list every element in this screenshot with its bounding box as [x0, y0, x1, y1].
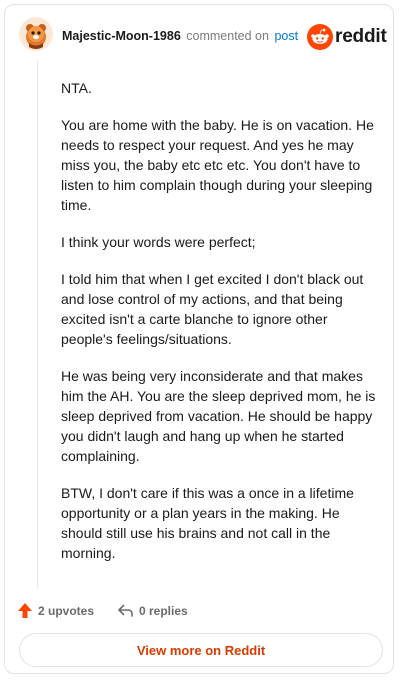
post-link[interactable]: post — [274, 29, 298, 43]
upvote-count: 2 upvotes — [38, 604, 95, 618]
upvote-arrow-icon — [18, 603, 32, 618]
upvote-button[interactable]: 2 upvotes — [17, 601, 107, 621]
commented-on-text: commented on — [186, 29, 269, 43]
comment-header: Majestic-Moon-1986 commented on post red… — [19, 17, 387, 57]
comment-meta: Majestic-Moon-1986 commented on post — [62, 29, 298, 43]
view-more-on-reddit-button[interactable]: View more on Reddit — [19, 633, 383, 667]
comment-paragraph: You are home with the baby. He is on vac… — [61, 117, 374, 213]
reddit-logo[interactable]: reddit — [307, 24, 387, 50]
comment-paragraph: He was being very inconsiderate and that… — [61, 368, 376, 464]
comment-paragraph: I told him that when I get excited I don… — [61, 271, 364, 347]
thread-line — [37, 61, 38, 588]
user-avatar[interactable] — [19, 17, 53, 51]
comment-paragraph: I think your words were perfect; — [61, 234, 256, 250]
comment-card: Majestic-Moon-1986 commented on post red… — [4, 4, 394, 674]
reddit-snoo-icon — [307, 24, 333, 50]
reddit-wordmark: reddit — [335, 26, 387, 47]
comment-body: NTA. You are home with the baby. He is o… — [61, 78, 379, 580]
reply-arrow-icon — [118, 604, 133, 617]
reply-button[interactable]: 0 replies — [117, 601, 207, 621]
reply-count: 0 replies — [139, 604, 188, 618]
comment-paragraph: NTA. — [61, 80, 92, 96]
username-link[interactable]: Majestic-Moon-1986 — [62, 29, 181, 43]
comment-paragraph: BTW, I don't care if this was a once in … — [61, 485, 354, 561]
